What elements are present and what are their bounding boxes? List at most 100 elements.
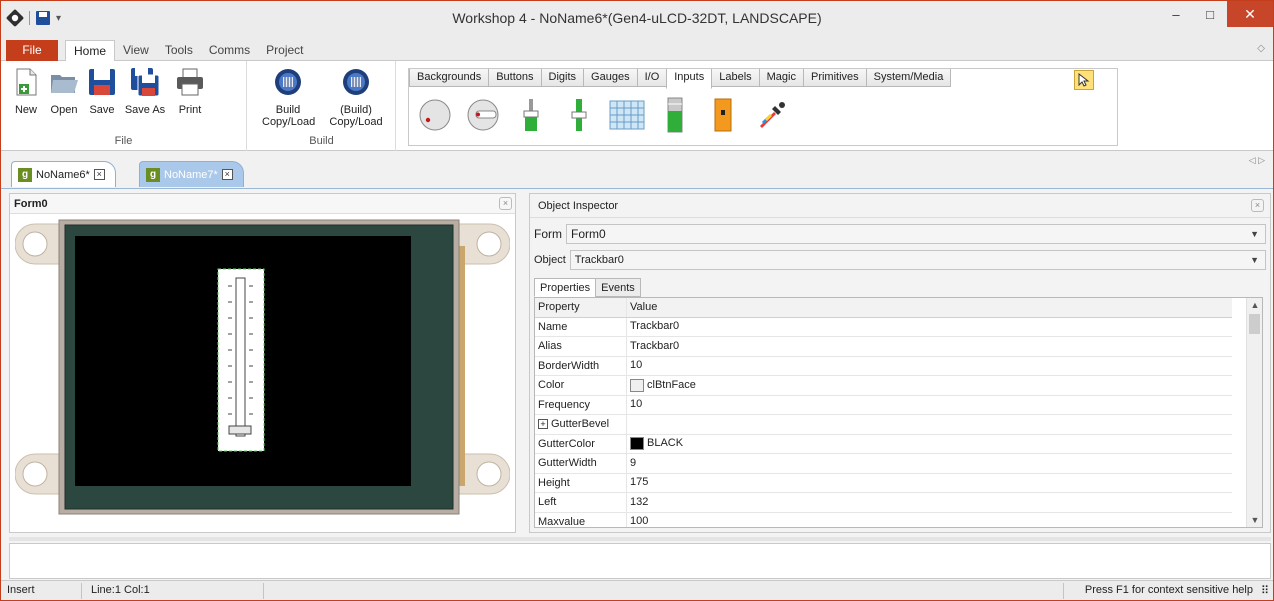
switch-icon[interactable] [705, 95, 741, 135]
build-group: Build Copy/Load (Build) Copy/Load Build [248, 61, 396, 151]
file-group: New Open Save Save As Print File [1, 61, 247, 151]
expand-plus-icon[interactable]: + [538, 419, 548, 429]
table-row[interactable]: GutterWidth 9 [535, 454, 1232, 474]
palette-tab-system-media[interactable]: System/Media [865, 69, 952, 87]
minimize-button[interactable]: – [1159, 1, 1193, 27]
trackbar-thumb[interactable] [228, 425, 252, 435]
palette-tab-buttons[interactable]: Buttons [488, 69, 542, 87]
property-value[interactable]: Trackbar0 [630, 317, 679, 336]
status-separator [1063, 583, 1064, 599]
palette-tabs: Backgrounds Buttons Digits Gauges I/O In… [409, 69, 952, 89]
tab-scroll-arrows-icon[interactable]: ◁ ▷ [1249, 155, 1265, 166]
meter-bar-icon[interactable] [657, 95, 693, 135]
tab-view[interactable]: View [115, 40, 157, 61]
tab-properties[interactable]: Properties [534, 278, 597, 297]
new-button[interactable]: New [11, 67, 41, 116]
save-as-button[interactable]: Save As [123, 67, 167, 116]
pointer-tool-button[interactable] [1074, 70, 1094, 90]
property-value[interactable]: clBtnFace [647, 376, 696, 395]
resize-grip-icon[interactable]: ⠿ [1261, 584, 1269, 597]
maximize-button[interactable]: □ [1193, 1, 1227, 27]
app-window: ▾ Workshop 4 - NoName6*(Gen4-uLCD-32DT, … [0, 0, 1274, 601]
tab-home[interactable]: Home [65, 40, 116, 61]
cursor-arrow-icon [1078, 73, 1090, 87]
doc-tab-noname7[interactable]: g NoName7* × [139, 161, 244, 187]
property-name: GutterWidth [535, 454, 627, 473]
table-row[interactable]: GutterColor BLACK [535, 434, 1232, 454]
close-tab-icon[interactable]: × [221, 169, 233, 180]
palette-tab-backgrounds[interactable]: Backgrounds [409, 69, 490, 87]
tab-comms[interactable]: Comms [201, 40, 258, 61]
table-row[interactable]: + GutterBevel [535, 415, 1232, 435]
title-bar: ▾ Workshop 4 - NoName6*(Gen4-uLCD-32DT, … [1, 1, 1273, 37]
palette-tab-magic[interactable]: Magic [758, 69, 804, 87]
form-selector-dropdown[interactable]: Form0 ▼ [566, 224, 1266, 244]
close-icon[interactable]: × [1251, 199, 1264, 212]
table-row[interactable]: Left 132 [535, 493, 1232, 513]
tab-tools[interactable]: Tools [157, 40, 201, 61]
table-row[interactable]: Frequency 10 [535, 395, 1232, 415]
color-picker-icon[interactable] [753, 95, 789, 135]
close-button[interactable]: ✕ [1227, 1, 1273, 27]
build-copy-load-button[interactable]: Build Copy/Load [262, 67, 316, 128]
trackbar-icon[interactable] [561, 95, 597, 135]
property-value[interactable]: 10 [630, 395, 642, 414]
build-globe-icon [275, 69, 301, 95]
build-alt-label-line2: Copy/Load [329, 116, 383, 128]
open-button[interactable]: Open [47, 67, 81, 116]
project-g-icon: g [146, 167, 160, 182]
close-icon[interactable]: × [499, 197, 512, 210]
property-value[interactable]: 132 [630, 493, 648, 512]
file-menu-button[interactable]: File [6, 40, 58, 61]
property-value[interactable]: Trackbar0 [630, 337, 679, 356]
palette-tab-io[interactable]: I/O [636, 69, 668, 87]
ribbon-collapse-icon[interactable]: ◇ [1257, 43, 1265, 54]
window-controls: – □ ✕ [1159, 1, 1273, 27]
palette-tab-digits[interactable]: Digits [540, 69, 585, 87]
build-label-line2: Copy/Load [262, 116, 316, 128]
table-row[interactable]: Alias Trackbar0 [535, 337, 1232, 357]
trackbar-object[interactable] [217, 268, 265, 452]
output-panel[interactable] [9, 543, 1271, 579]
print-button[interactable]: Print [173, 67, 207, 116]
scrollbar-thumb[interactable] [1249, 314, 1260, 334]
property-value[interactable]: BLACK [647, 434, 683, 453]
inspector-title: Object Inspector [530, 194, 1270, 218]
property-value[interactable]: 9 [630, 454, 636, 473]
table-row[interactable]: Color clBtnFace [535, 376, 1232, 396]
palette-tab-primitives[interactable]: Primitives [802, 69, 867, 87]
panel-splitter[interactable] [9, 537, 1271, 541]
slider-icon[interactable] [513, 95, 549, 135]
close-tab-icon[interactable]: × [93, 169, 105, 180]
palette-tab-gauges[interactable]: Gauges [583, 69, 638, 87]
palette-tab-labels[interactable]: Labels [711, 69, 760, 87]
property-value[interactable]: 10 [630, 356, 642, 375]
rotary-switch-icon[interactable] [465, 95, 501, 135]
property-value[interactable]: 100 [630, 512, 648, 527]
palette-tab-inputs[interactable]: Inputs [666, 69, 713, 89]
object-selector-dropdown[interactable]: Trackbar0 ▼ [569, 250, 1266, 270]
keyboard-icon[interactable] [609, 95, 645, 135]
tab-project[interactable]: Project [258, 40, 311, 61]
build-copy-load-alt-button[interactable]: (Build) Copy/Load [328, 67, 384, 128]
new-label: New [14, 104, 37, 116]
table-row[interactable]: Maxvalue 100 [535, 512, 1232, 527]
print-label: Print [178, 104, 202, 116]
menu-bar: File Home View Tools Comms Project ◇ [1, 37, 1273, 61]
scroll-down-icon[interactable]: ▼ [1247, 515, 1262, 525]
new-file-icon [16, 68, 37, 96]
object-inspector-panel: Object Inspector × Form Form0 ▼ Object T… [529, 193, 1271, 533]
knob-icon[interactable] [417, 95, 453, 135]
doc-tab-noname6[interactable]: g NoName6* × [11, 161, 116, 187]
form-designer-panel: Form0 × [9, 193, 516, 533]
table-row[interactable]: BorderWidth 10 [535, 356, 1232, 376]
property-grid-scrollbar[interactable]: ▲ ▼ [1246, 298, 1262, 527]
tab-events[interactable]: Events [595, 278, 641, 297]
table-row[interactable]: Height 175 [535, 473, 1232, 493]
save-button[interactable]: Save [87, 67, 117, 116]
color-swatch [630, 437, 644, 451]
property-value[interactable]: 175 [630, 473, 648, 492]
property-name: Alias [535, 337, 627, 356]
scroll-up-icon[interactable]: ▲ [1247, 300, 1262, 310]
table-row[interactable]: Name Trackbar0 [535, 317, 1232, 337]
